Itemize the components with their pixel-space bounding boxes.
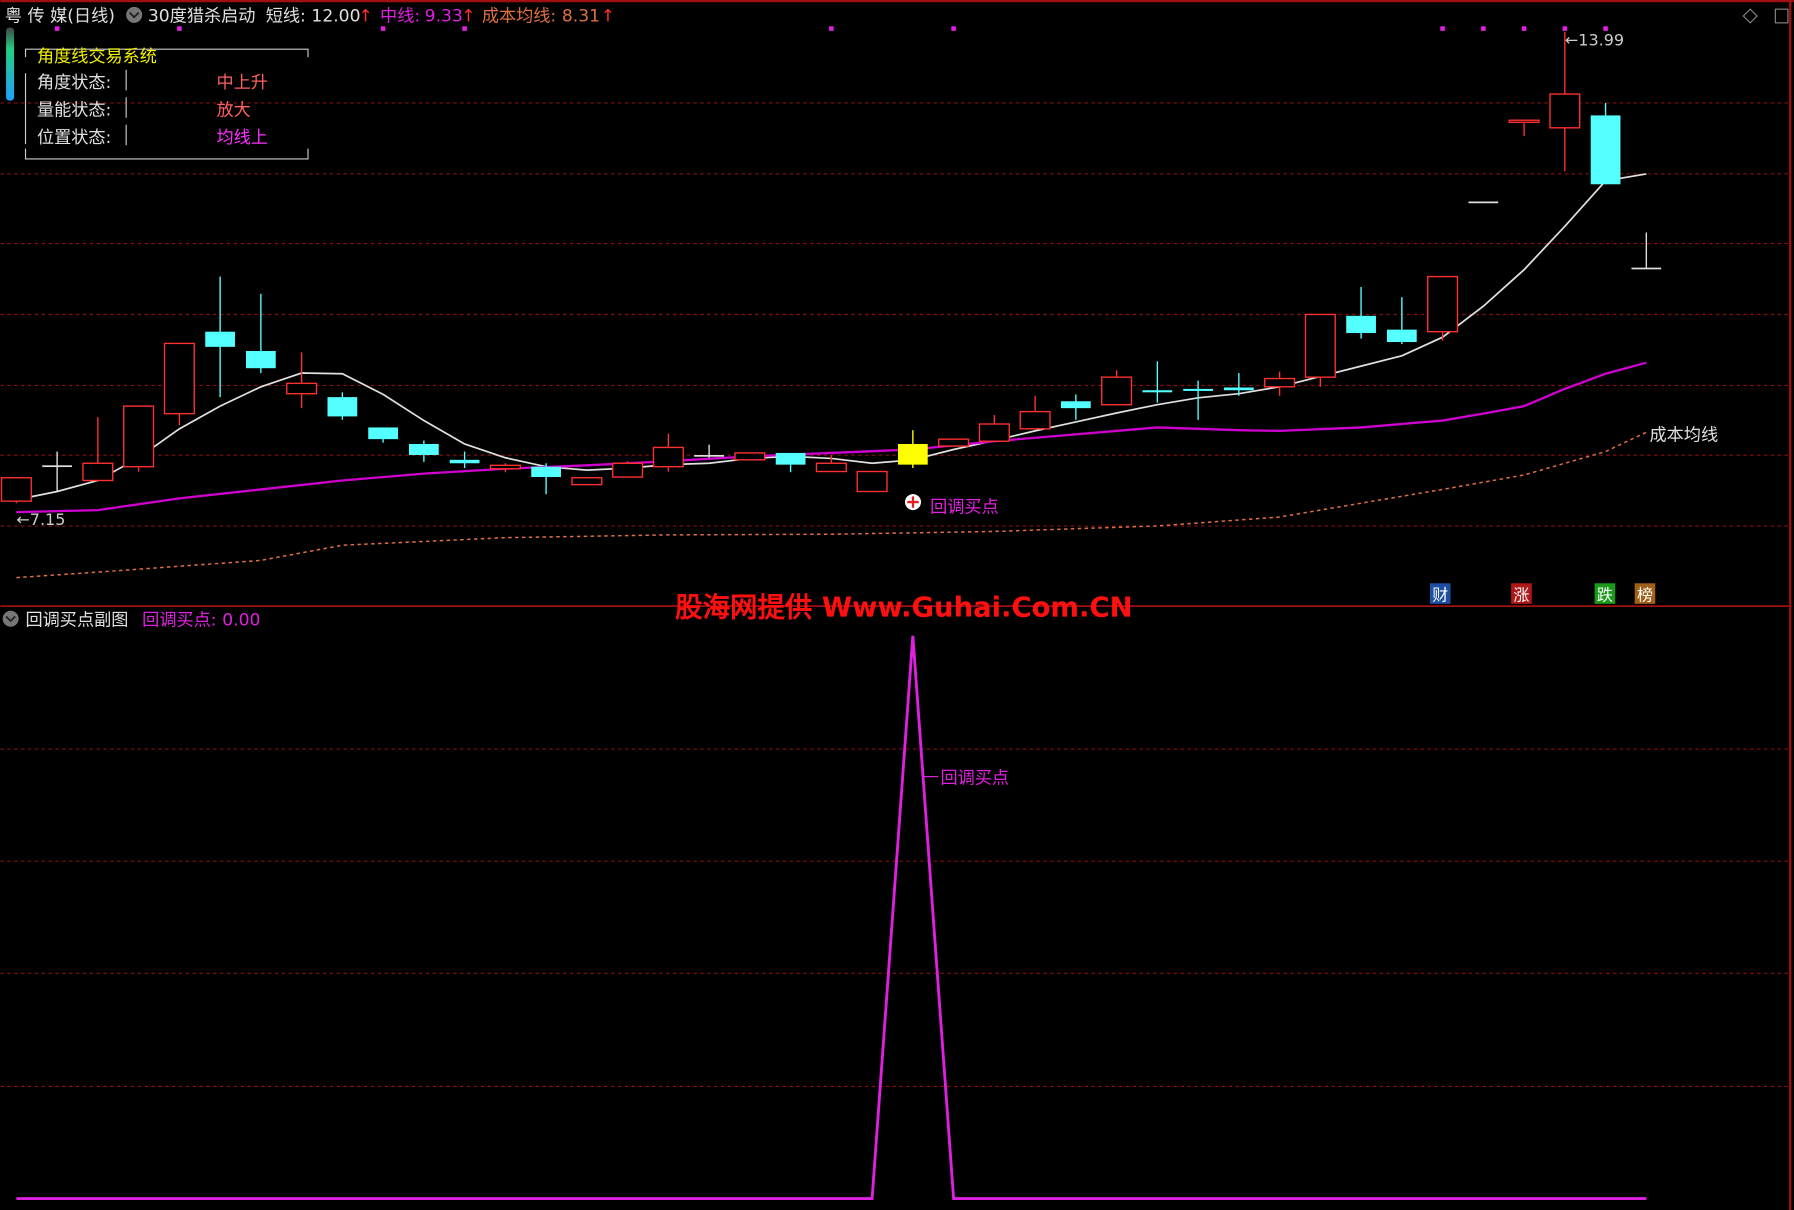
candle-body (897, 443, 928, 465)
candle-body (0, 477, 32, 502)
cost-value: 8.31 (562, 7, 600, 27)
signal-dot (829, 26, 834, 31)
up-arrow-icon: ↑ (461, 7, 475, 27)
low-price-label: ←7.15 (16, 510, 65, 529)
candle-body (1549, 93, 1581, 129)
candle[interactable] (571, 477, 603, 486)
candle-body (571, 477, 603, 486)
candle-body (1223, 387, 1254, 391)
candle-body (856, 470, 888, 493)
candle-body (368, 427, 398, 440)
candle-body (286, 382, 318, 395)
mid-label: 中线: (380, 7, 420, 27)
cost-label: 成本均线: (482, 7, 556, 27)
indicator-name[interactable]: 30度猎杀启动 (148, 7, 256, 27)
sub-title[interactable]: 回调买点副图 (26, 611, 129, 631)
candle-body (1019, 410, 1051, 430)
candle[interactable] (734, 452, 766, 461)
candle-body (1304, 313, 1336, 378)
signal-dot (951, 26, 956, 31)
info-row-label: 位置状态: (37, 128, 111, 148)
candle-body (1183, 388, 1213, 391)
buy-point-label: 回调买点 (930, 497, 999, 517)
candle-body (1346, 315, 1376, 334)
badge-3[interactable]: 榜 (1637, 585, 1653, 604)
candle-body (163, 342, 195, 415)
candle-body (246, 350, 276, 369)
signal-dot (1521, 26, 1527, 31)
candle[interactable] (856, 470, 888, 493)
candle-body (734, 452, 766, 461)
candle-body (612, 462, 644, 478)
candle-body (408, 443, 439, 455)
badge-0[interactable]: 财 (1432, 585, 1448, 604)
candle-body (205, 331, 235, 347)
info-row-value: 放大 (217, 101, 251, 121)
candle-body (815, 462, 847, 473)
info-box-title: 角度线交易系统 (37, 47, 157, 67)
candle-body (327, 397, 358, 417)
candle-body (775, 452, 806, 465)
sub-series-label: 回调买点: (142, 611, 216, 631)
candle-body (449, 459, 480, 464)
signal-dot (1440, 26, 1445, 31)
signal-dot (380, 26, 386, 31)
candle-body (1142, 390, 1173, 393)
candle-body (1590, 115, 1621, 185)
candle-body (123, 405, 155, 468)
candle-body (1386, 329, 1417, 343)
up-arrow-icon: ↑ (358, 7, 372, 27)
candle-body (694, 454, 724, 457)
scroll-indicator[interactable] (6, 27, 15, 101)
mid-value: 9.33 (425, 7, 463, 27)
candle-body (531, 466, 561, 478)
up-arrow-icon: ↑ (601, 7, 615, 27)
candle-body (1631, 267, 1662, 270)
candle[interactable] (123, 405, 155, 472)
candle-body (1060, 401, 1091, 409)
candle[interactable] (1427, 275, 1459, 341)
badge-2[interactable]: 跌 (1597, 585, 1613, 604)
candle[interactable] (612, 461, 644, 478)
signal-dot (54, 26, 60, 31)
badge-1[interactable]: 涨 (1513, 585, 1529, 604)
candle-body (938, 438, 970, 447)
sub-line-label: 回调买点 (940, 768, 1009, 788)
candle-body (1427, 275, 1459, 333)
sub-series-value: 0.00 (222, 611, 260, 631)
chevron-down-icon[interactable] (126, 6, 143, 23)
candle-body (1508, 119, 1540, 123)
candle-body (489, 464, 521, 470)
candle-body (652, 446, 684, 468)
candle[interactable] (1304, 313, 1336, 387)
high-price-label: ←13.99 (1565, 31, 1624, 50)
chevron-down-icon[interactable] (2, 610, 19, 627)
stock-name[interactable]: 粤 传 媒(日线) (5, 7, 115, 27)
candle-body (1468, 201, 1499, 204)
candle-body (1101, 376, 1133, 406)
candle-body (1264, 377, 1296, 388)
info-row-label: 量能状态: (37, 101, 111, 121)
candle[interactable] (1468, 201, 1499, 204)
signal-dot (177, 26, 182, 31)
watermark: 股海网提供 Www.Guhai.Com.CN (675, 592, 1132, 623)
stock-chart: 粤 传 媒(日线) 30度猎杀启动 短线: 12.00 ↑ 中线: 9.33 ↑… (0, 0, 1794, 1210)
candle[interactable] (163, 342, 195, 426)
cost-line-label: 成本均线 (1650, 425, 1719, 445)
candle-body (42, 465, 72, 468)
candle-body (82, 462, 114, 482)
signal-dot (1481, 26, 1486, 31)
info-row-value: 均线上 (217, 128, 268, 148)
short-label: 短线: (266, 7, 306, 27)
candle[interactable] (938, 438, 970, 447)
signal-dot (462, 26, 467, 31)
candle[interactable] (0, 477, 32, 504)
info-row-value: 中上升 (217, 73, 268, 93)
candle-body (978, 423, 1010, 442)
info-row-label: 角度状态: (37, 73, 111, 93)
short-value: 12.00 (311, 7, 360, 27)
